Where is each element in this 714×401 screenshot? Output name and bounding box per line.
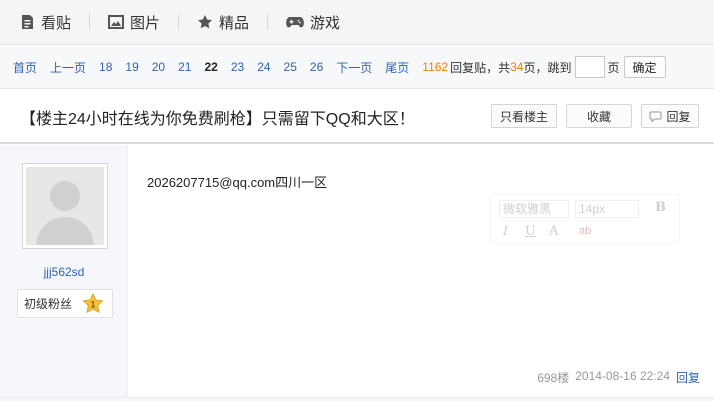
reply-count: 1162 xyxy=(422,60,449,74)
author-panel: jjj562sd 初级粉丝 1 xyxy=(0,145,128,401)
text-color-button[interactable]: A xyxy=(549,224,558,239)
speech-bubble-icon xyxy=(649,111,662,122)
post-meta: 698楼 2014-08-16 22:24 回复 xyxy=(537,369,700,386)
tab-featured[interactable]: 精品 xyxy=(179,0,267,45)
post-reply-link[interactable]: 回复 xyxy=(676,369,700,386)
level-number: 1 xyxy=(90,300,95,310)
current-page: 22 xyxy=(204,60,218,74)
page-unit: 页 xyxy=(607,60,620,75)
floor-number: 698楼 xyxy=(537,371,570,385)
page-suffix: 页，跳到 xyxy=(523,60,572,75)
reply-label: 回复贴，共 xyxy=(450,60,511,75)
page-link[interactable]: 19 xyxy=(125,60,138,74)
first-page-link[interactable]: 首页 xyxy=(13,59,37,76)
level-title: 初级粉丝 xyxy=(24,297,73,311)
divider xyxy=(0,397,714,401)
document-icon xyxy=(22,15,33,29)
tab-pictures[interactable]: 图片 xyxy=(90,0,178,45)
page-link[interactable]: 23 xyxy=(231,60,244,74)
gamepad-icon xyxy=(286,17,304,28)
favorite-button[interactable]: 收藏 xyxy=(566,104,632,128)
reply-summary: 1162 回复贴，共 34 页，跳到 页 确定 xyxy=(422,56,666,78)
tab-label: 精品 xyxy=(219,14,250,32)
page-link[interactable]: 25 xyxy=(284,60,297,74)
jump-page-input[interactable] xyxy=(574,56,605,78)
username-link[interactable]: jjj562sd xyxy=(0,265,128,279)
page-link[interactable]: 20 xyxy=(152,60,165,74)
next-page-link[interactable]: 下一页 xyxy=(336,59,372,76)
top-nav: 看贴 图片 精品 游戏 xyxy=(0,0,714,45)
thread-title: 【楼主24小时在线为你免费刷枪】只需留下QQ和大区！ xyxy=(20,111,415,128)
page-link[interactable]: 18 xyxy=(99,60,112,74)
tab-games[interactable]: 游戏 xyxy=(268,0,358,45)
pagination: 首页 上一页 18 19 20 21 22 23 24 25 26 下一页 尾页… xyxy=(0,46,714,88)
prev-page-link[interactable]: 上一页 xyxy=(50,59,86,76)
tab-label: 游戏 xyxy=(310,14,341,32)
reply-button[interactable]: 回复 xyxy=(641,104,699,128)
font-family-select[interactable]: 微软雅黑 xyxy=(499,200,569,218)
page-link[interactable]: 26 xyxy=(310,60,323,74)
post-content: 2026207715@qq.com四川一区 xyxy=(147,175,328,190)
star-icon xyxy=(198,15,213,29)
confirm-button[interactable]: 确定 xyxy=(623,56,666,78)
only-op-button[interactable]: 只看楼主 xyxy=(491,104,557,128)
default-avatar-icon xyxy=(26,167,104,245)
last-page-link[interactable]: 尾页 xyxy=(385,59,409,76)
page-count: 34 xyxy=(510,60,524,74)
bold-button[interactable]: B xyxy=(655,200,666,215)
editor-toolbar: 微软雅黑 14px B I U A ab xyxy=(490,194,680,244)
highlight-button[interactable]: ab xyxy=(579,225,591,237)
level-star-icon: 1 xyxy=(82,292,104,317)
picture-icon xyxy=(108,15,125,29)
font-size-select[interactable]: 14px xyxy=(575,200,639,218)
avatar[interactable] xyxy=(22,163,108,249)
tab-label: 看贴 xyxy=(41,14,72,32)
thread-header: 【楼主24小时在线为你免费刷枪】只需留下QQ和大区！ 只看楼主 收藏 回复 xyxy=(0,88,714,144)
level-badge[interactable]: 初级粉丝 1 xyxy=(17,289,113,318)
page-link[interactable]: 24 xyxy=(257,60,270,74)
tab-label: 图片 xyxy=(130,14,161,32)
underline-button[interactable]: U xyxy=(525,224,536,239)
post-time: 2014-08-16 22:24 xyxy=(575,369,670,383)
tab-posts[interactable]: 看贴 xyxy=(0,0,89,45)
reply-button-label: 回复 xyxy=(666,109,691,124)
italic-button[interactable]: I xyxy=(503,224,508,239)
page-link[interactable]: 21 xyxy=(178,60,191,74)
